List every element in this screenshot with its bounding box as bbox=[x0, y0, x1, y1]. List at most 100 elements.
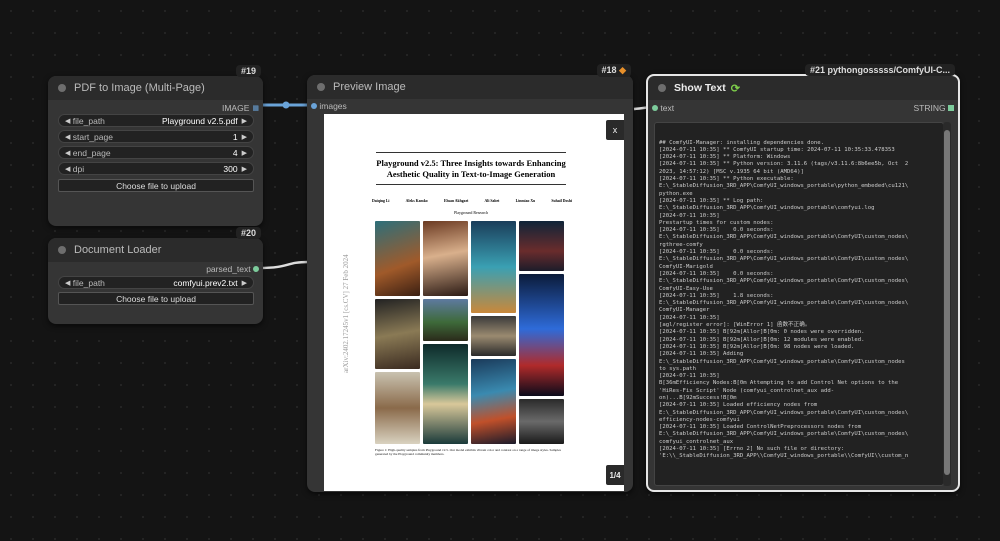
node-badge: #20 bbox=[235, 227, 261, 239]
sample-thumbnail bbox=[375, 372, 420, 444]
text-input[interactable]: text bbox=[652, 103, 674, 113]
widget-value: comfyui.prev2.txt bbox=[173, 277, 238, 288]
log-line: [2024-07-11 10:35] bbox=[659, 314, 720, 321]
log-line: [2024-07-11 10:35] ** Python version: 3.… bbox=[659, 161, 909, 168]
log-line: [2024-07-11 10:35] B[92m[Allor]B[0m: 0 n… bbox=[659, 329, 865, 336]
log-line: [2024-07-11 10:35] ** ComfyUI startup ti… bbox=[659, 146, 895, 153]
paper-author: Aleks Kamko bbox=[405, 199, 428, 203]
increment-icon[interactable]: ▶ bbox=[242, 149, 247, 157]
increment-icon[interactable]: ▶ bbox=[242, 133, 247, 141]
show-text-node[interactable]: #21 pythongosssss/ComfyUI-C... Show Text… bbox=[646, 64, 960, 492]
paper-author: Linmiao Xu bbox=[515, 199, 536, 203]
log-line: [2024-07-11 10:35] Adding bbox=[659, 351, 744, 358]
log-line: E:\_StableDiffusion_3RD_APP\ComfyUI_wind… bbox=[659, 234, 909, 241]
text-link bbox=[258, 260, 309, 270]
badge-text: #18 bbox=[601, 65, 617, 75]
sample-thumbnail bbox=[423, 221, 468, 296]
document-loader-node[interactable]: #20 Document Loader parsed_text ◀ file_p… bbox=[48, 227, 263, 324]
widget-value: 4 bbox=[232, 147, 238, 158]
log-line: efficiency-nodes-comfyui bbox=[659, 416, 740, 423]
log-text-area[interactable]: ## ComfyUI-Manager: installing dependenc… bbox=[654, 122, 944, 486]
log-line: python.exe bbox=[659, 190, 693, 197]
close-preview-button[interactable]: x bbox=[606, 120, 624, 140]
paper-title-rule bbox=[376, 184, 566, 185]
scrollbar-thumb[interactable] bbox=[944, 130, 950, 475]
collapse-dot-icon[interactable] bbox=[58, 246, 66, 254]
file-path-widget[interactable]: ◀ file_path comfyui.prev2.txt ▶ bbox=[58, 276, 254, 289]
collapse-dot-icon[interactable] bbox=[658, 84, 666, 92]
paper-author: Ehsan Akhgari bbox=[443, 199, 469, 203]
image-output[interactable]: IMAGE ▦ bbox=[222, 103, 259, 113]
output-pin-icon[interactable] bbox=[253, 266, 259, 272]
output-label: IMAGE bbox=[221, 103, 250, 113]
start-page-widget[interactable]: ◀ start_page 1 ▶ bbox=[58, 130, 254, 143]
decrement-icon[interactable]: ◀ bbox=[65, 117, 70, 125]
node-header[interactable]: Show Text ⟳ bbox=[648, 76, 958, 100]
log-line: E:\_StableDiffusion_3RD_APP\ComfyUI_wind… bbox=[659, 183, 909, 190]
pdf-to-image-node[interactable]: #19 PDF to Image (Multi-Page) IMAGE ▦ ◀ … bbox=[48, 65, 263, 226]
widget-value: Playground v2.5.pdf bbox=[162, 115, 238, 126]
decrement-icon[interactable]: ◀ bbox=[65, 149, 70, 157]
paper-page-preview[interactable]: Playground v2.5: Three Insights towards … bbox=[324, 114, 624, 491]
log-lines: ## ComfyUI-Manager: installing dependenc… bbox=[659, 140, 939, 461]
log-line: [2024-07-11 10:35] B[92m[Allor]B[0m: 12 … bbox=[659, 336, 865, 343]
parsed-text-output[interactable]: parsed_text bbox=[206, 264, 259, 274]
paper-authors: Daiqing Li Aleks Kamko Ehsan Akhgari Ali… bbox=[372, 199, 572, 203]
input-pin-icon[interactable] bbox=[311, 103, 317, 109]
node-title: Show Text bbox=[674, 82, 726, 94]
log-line: on)...B[92mSuccess!B[0m bbox=[659, 394, 737, 401]
log-line: ComfyUI-Manager bbox=[659, 307, 710, 314]
widget-label: file_path bbox=[72, 115, 105, 126]
dpi-widget[interactable]: ◀ dpi 300 ▶ bbox=[58, 162, 254, 175]
figure-caption: Figure 1: High-quality samples from Play… bbox=[375, 448, 561, 457]
scrollbar[interactable] bbox=[943, 122, 951, 486]
end-page-widget[interactable]: ◀ end_page 4 ▶ bbox=[58, 146, 254, 159]
increment-icon[interactable]: ▶ bbox=[242, 279, 247, 287]
increment-icon[interactable]: ▶ bbox=[242, 165, 247, 173]
collapse-dot-icon[interactable] bbox=[58, 84, 66, 92]
arxiv-stamp: arXiv:2402.17245v1 [cs.CV] 27 Feb 2024 bbox=[342, 254, 350, 373]
node-badge: #19 bbox=[235, 65, 261, 77]
decrement-icon[interactable]: ◀ bbox=[65, 165, 70, 173]
widget-value: 1 bbox=[232, 131, 238, 142]
paper-top-rule bbox=[376, 152, 566, 153]
increment-icon[interactable]: ▶ bbox=[242, 117, 247, 125]
log-line: [2024-07-11 10:35] 1.8 seconds: bbox=[659, 292, 774, 299]
node-header[interactable]: Preview Image bbox=[307, 75, 633, 99]
paper-author: Ali Sabet bbox=[484, 199, 500, 203]
input-pin-icon[interactable] bbox=[652, 105, 658, 111]
log-line: [2024-07-11 10:35] ** Platform: Windows bbox=[659, 154, 791, 161]
sample-thumbnail bbox=[375, 299, 420, 369]
log-line: [agl/register error]: [WinError 1] 函数不正确… bbox=[659, 322, 811, 329]
preview-image-node[interactable]: #18 ◆ Preview Image images Playground v2… bbox=[307, 64, 633, 492]
images-input[interactable]: images bbox=[311, 101, 347, 111]
log-line: E:\_StableDiffusion_3RD_APP\ComfyUI_wind… bbox=[659, 358, 905, 365]
output-pin-icon[interactable] bbox=[948, 105, 954, 111]
log-line: E:\_StableDiffusion_3RD_APP\ComfyUI_wind… bbox=[659, 256, 909, 263]
node-header[interactable]: PDF to Image (Multi-Page) bbox=[48, 76, 263, 100]
log-line: E:\_StableDiffusion_3RD_APP\ComfyUI_wind… bbox=[659, 409, 909, 416]
sample-thumbnail bbox=[519, 221, 564, 271]
decrement-icon[interactable]: ◀ bbox=[65, 279, 70, 287]
log-line: to sys.path bbox=[659, 365, 697, 372]
log-line: [2024-07-11 10:35] bbox=[659, 373, 720, 380]
grid-icon: ▦ bbox=[252, 105, 259, 112]
sample-thumbnail bbox=[471, 359, 516, 444]
collapse-dot-icon[interactable] bbox=[317, 83, 325, 91]
choose-file-button[interactable]: Choose file to upload bbox=[58, 292, 254, 305]
page-counter: 1/4 bbox=[606, 465, 624, 485]
widget-label: end_page bbox=[72, 147, 111, 158]
log-line: [2024-07-11 10:35] ** Log path: bbox=[659, 197, 764, 204]
python-snake-icon: ⟳ bbox=[730, 82, 740, 95]
file-path-widget[interactable]: ◀ file_path Playground v2.5.pdf ▶ bbox=[58, 114, 254, 127]
node-badge: #21 pythongosssss/ComfyUI-C... bbox=[804, 64, 955, 76]
node-header[interactable]: Document Loader bbox=[48, 238, 263, 262]
sample-thumbnail bbox=[423, 299, 468, 341]
fox-icon: ◆ bbox=[619, 65, 626, 75]
string-output[interactable]: STRING bbox=[914, 103, 954, 113]
log-line: B[36mEfficiency Nodes:B[0m Attempting to… bbox=[659, 380, 899, 387]
decrement-icon[interactable]: ◀ bbox=[65, 133, 70, 141]
node-title: Document Loader bbox=[74, 244, 162, 256]
choose-file-button[interactable]: Choose file to upload bbox=[58, 179, 254, 192]
log-line: 'E:\\_StableDiffusion_3RD_APP\\ComfyUI_w… bbox=[659, 453, 909, 460]
